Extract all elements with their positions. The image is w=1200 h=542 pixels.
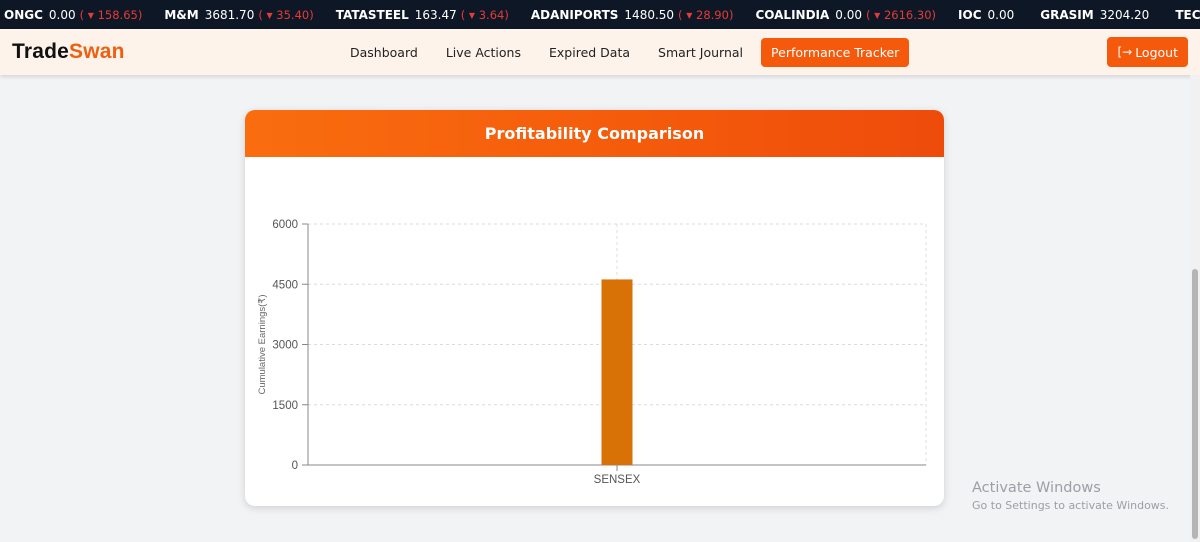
ticker-symbol: IOC bbox=[958, 7, 982, 22]
ticker-symbol: TATASTEEL bbox=[335, 7, 409, 22]
ticker-item: TECHM1591.80 bbox=[1175, 8, 1200, 22]
ticker-change: ( ▼ 158.65) bbox=[79, 7, 143, 22]
ticker-price: 163.47 bbox=[414, 7, 457, 22]
navbar: TradeSwan Dashboard Live Actions Expired… bbox=[0, 29, 1200, 75]
page-scrollbar[interactable] bbox=[1190, 75, 1200, 542]
nav-links: Dashboard Live Actions Expired Data Smar… bbox=[340, 38, 917, 67]
ticker-change: ( ▼ 3.64) bbox=[460, 7, 509, 22]
nav-expired-data[interactable]: Expired Data bbox=[539, 38, 640, 67]
profitability-card: Profitability Comparison 0 1500 3000 4500 60… bbox=[245, 110, 944, 506]
y-tick-label: 6000 bbox=[272, 219, 298, 231]
y-tick-label: 4500 bbox=[272, 279, 298, 291]
profitability-chart: 0 1500 3000 4500 6000 SENSEX Cumulative Earnin… bbox=[257, 219, 927, 486]
ticker-change: ( ▼ 28.90) bbox=[678, 7, 734, 22]
ticker-change-value: 2616.30 bbox=[883, 7, 932, 22]
ticker-change-value: 158.65 bbox=[97, 7, 138, 22]
ticker-item: ONGC 0.00( ▼ 158.65) bbox=[4, 8, 142, 22]
ticker-price: 0.00 bbox=[48, 7, 76, 22]
ticker-symbol: TECHM bbox=[1175, 7, 1200, 22]
ticker-item: M&M 3681.70( ▼ 35.40) bbox=[164, 8, 313, 22]
ticker-change-value: 28.90 bbox=[696, 7, 729, 22]
y-tick-label: 1500 bbox=[272, 400, 298, 412]
brand-logo[interactable]: TradeSwan bbox=[12, 40, 125, 64]
card-header: Profitability Comparison bbox=[245, 110, 944, 157]
ticker-item: ADANIPORTS 1480.50( ▼ 28.90) bbox=[531, 8, 734, 22]
activate-windows-title: Activate Windows bbox=[972, 480, 1101, 496]
ticker-item: IOC 0.00 bbox=[958, 8, 1018, 22]
ticker-symbol: COALINDIA bbox=[755, 7, 830, 22]
scrollbar-thumb[interactable] bbox=[1192, 269, 1198, 539]
brand-name-part2: Swan bbox=[69, 40, 125, 63]
down-arrow-icon: ▼ bbox=[468, 10, 476, 20]
activate-windows-subtitle: Go to Settings to activate Windows. bbox=[972, 499, 1170, 512]
y-tick-label: 3000 bbox=[272, 340, 298, 352]
ticker-item: TATASTEEL 163.47( ▼ 3.64) bbox=[336, 8, 509, 22]
ticker-symbol: M&M bbox=[164, 7, 199, 22]
nav-smart-journal[interactable]: Smart Journal bbox=[648, 38, 753, 67]
ticker-item: GRASIM 3204.20 bbox=[1040, 8, 1153, 22]
ticker-price: 3681.70 bbox=[204, 7, 255, 22]
brand-name-part1: Trade bbox=[12, 40, 70, 63]
ticker-change-value: 35.40 bbox=[276, 7, 310, 22]
down-arrow-icon: ▼ bbox=[686, 10, 693, 20]
nav-live-actions[interactable]: Live Actions bbox=[436, 38, 531, 67]
nav-performance-tracker[interactable]: Performance Tracker bbox=[761, 38, 910, 67]
x-tick-label: SENSEX bbox=[594, 474, 641, 486]
bar-sensex bbox=[601, 279, 633, 465]
y-axis-label: Cumulative Earnings(₹) bbox=[257, 294, 268, 394]
ticker-symbol: ADANIPORTS bbox=[530, 7, 619, 22]
logout-button[interactable]: [→ Logout bbox=[1107, 37, 1188, 67]
ticker-change-value: 3.64 bbox=[478, 7, 505, 22]
ticker-change: ( ▼ 2616.30) bbox=[866, 7, 937, 22]
down-arrow-icon: ▼ bbox=[266, 10, 273, 20]
ticker-price: 1480.50 bbox=[624, 7, 675, 22]
ticker-price: 3204.20 bbox=[1099, 7, 1150, 22]
nav-dashboard[interactable]: Dashboard bbox=[340, 38, 428, 67]
ticker-price: 0.00 bbox=[987, 7, 1015, 22]
activate-windows-watermark: Activate Windows Go to Settings to activ… bbox=[972, 480, 1169, 512]
card-title: Profitability Comparison bbox=[484, 124, 705, 143]
ticker-symbol: ONGC bbox=[4, 7, 43, 22]
down-arrow-icon: ▼ bbox=[87, 10, 94, 20]
ticker-price: 0.00 bbox=[835, 7, 863, 22]
stock-ticker: ONGC 0.00( ▼ 158.65) M&M 3681.70( ▼ 35.40) T… bbox=[0, 0, 1200, 29]
ticker-change: ( ▼ 35.40) bbox=[258, 7, 314, 22]
logout-label: Logout bbox=[1135, 44, 1178, 60]
ticker-symbol: GRASIM bbox=[1040, 7, 1094, 22]
y-tick-label: 0 bbox=[292, 460, 298, 472]
logout-icon: [→ bbox=[1117, 45, 1133, 59]
ticker-item: COALINDIA 0.00( ▼ 2616.30) bbox=[755, 8, 936, 22]
down-arrow-icon: ▼ bbox=[874, 10, 881, 20]
